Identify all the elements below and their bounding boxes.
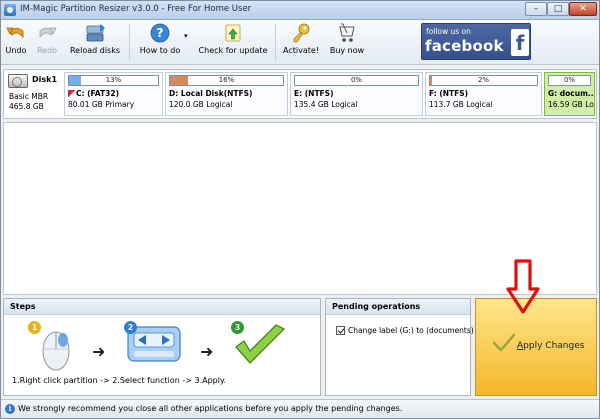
app-logo-icon <box>4 4 16 16</box>
pending-operations-title: Pending operations <box>332 302 421 311</box>
apply-changes-button[interactable]: Apply Changes <box>480 319 592 375</box>
activate-button[interactable]: Activate! <box>280 22 322 62</box>
app-window: IM-Magic Partition Resizer v3.0.0 - Free… <box>0 0 600 419</box>
pending-operation-item[interactable]: Change label (G:) to (documents) <box>336 326 474 335</box>
status-message: We strongly recommend you close all othe… <box>18 404 403 413</box>
usage-percent: 16% <box>218 76 235 84</box>
usage-bar: 16% <box>169 75 284 86</box>
partition-g[interactable]: 0% G: docum... 16.59 GB Lo... <box>544 72 595 116</box>
mouse-icon <box>42 331 70 371</box>
disk-size: 465.8 GB <box>9 102 44 111</box>
step-arrow-icon: ➜ <box>92 342 106 361</box>
undo-label: Undo <box>5 46 27 55</box>
how-to-do-button[interactable]: ? How to do <box>133 22 187 62</box>
svg-text:?: ? <box>157 26 164 40</box>
pending-operations-header: Pending operations <box>326 299 470 315</box>
key-icon <box>293 23 310 43</box>
steps-caption: 1.Right click partition -> 2.Select func… <box>12 376 227 385</box>
step-3-badge: 3 <box>231 321 244 334</box>
check-for-update-label: Check for update <box>198 46 268 55</box>
step-arrow-icon: ➜ <box>200 342 214 361</box>
steps-panel-header: Steps <box>4 299 320 315</box>
annotation-arrow-icon <box>506 259 540 314</box>
facebook-follow-text: follow us on <box>426 27 471 36</box>
usage-bar: 0% <box>548 75 591 86</box>
close-button[interactable]: ✕ <box>569 2 597 16</box>
disk-name: Disk1 <box>32 75 58 84</box>
partition-details: 120.0 GB Logical <box>169 100 233 109</box>
buy-now-label: Buy now <box>329 46 365 55</box>
step-2-badge: 2 <box>124 321 137 334</box>
minimize-button[interactable]: – <box>525 2 547 16</box>
partition-e[interactable]: 0% E: (NTFS) 135.4 GB Logical <box>290 72 423 116</box>
activate-label: Activate! <box>283 46 319 55</box>
partition-d[interactable]: 16% D: Local Disk(NTFS) 120.0 GB Logical <box>165 72 288 116</box>
facebook-wordmark: facebook <box>425 37 504 55</box>
redo-icon <box>39 27 57 39</box>
reload-disks-label: Reload disks <box>69 46 121 55</box>
partition-details: 135.4 GB Logical <box>294 100 358 109</box>
redo-label: Redo <box>36 46 58 55</box>
usage-percent: 13% <box>105 76 122 84</box>
partition-details: 16.59 GB Lo... <box>548 100 594 109</box>
toolbar-separator <box>275 24 276 60</box>
help-icon: ? <box>150 23 170 43</box>
step-1-badge: 1 <box>28 321 41 334</box>
buy-now-button[interactable]: Buy now <box>326 22 368 62</box>
title-bar[interactable]: IM-Magic Partition Resizer v3.0.0 - Free… <box>1 1 599 20</box>
partition-f[interactable]: 2% F: (NTFS) 113.7 GB Logical <box>425 72 542 116</box>
how-to-do-dropdown-icon[interactable]: ▾ <box>184 32 188 40</box>
partition-name: F: (NTFS) <box>429 89 469 98</box>
disk-info[interactable]: Disk1 Basic MBR 465.8 GB <box>7 72 63 116</box>
facebook-follow-banner[interactable]: follow us on facebook f <box>421 23 531 60</box>
usage-bar: 13% <box>68 75 159 86</box>
usage-percent: 0% <box>563 76 576 84</box>
steps-title: Steps <box>10 302 36 311</box>
flag-icon <box>68 90 75 97</box>
usage-percent: 0% <box>350 76 363 84</box>
partition-name: C: (FAT32) <box>68 89 161 98</box>
partition-name-text: C: (FAT32) <box>76 89 120 98</box>
disk-icon <box>8 74 28 88</box>
facebook-logo-icon: f <box>511 29 529 56</box>
status-bar: i We strongly recommend you close all ot… <box>1 399 599 418</box>
cart-icon <box>339 23 355 42</box>
partition-name: G: docum... <box>548 89 594 98</box>
info-icon: i <box>5 404 15 414</box>
usage-percent: 2% <box>477 76 490 84</box>
toolbar: Undo Redo Reload disks ? How to do ▾ Che… <box>1 20 599 65</box>
apply-changes-label: Apply Changes <box>517 341 585 351</box>
partition-details: 80.01 GB Primary <box>68 100 135 109</box>
undo-icon <box>6 27 24 39</box>
pending-operations-panel: Pending operations Change label (G:) to … <box>325 298 474 396</box>
reload-icon <box>86 24 105 42</box>
check-icon <box>492 333 516 352</box>
reload-disks-button[interactable]: Reload disks <box>65 22 125 62</box>
partition-name: E: (NTFS) <box>294 89 334 98</box>
pending-operation-checkbox[interactable] <box>336 326 345 335</box>
how-to-do-label: How to do <box>139 46 181 55</box>
disk-map: Disk1 Basic MBR 465.8 GB 13% C: (FAT32) … <box>3 69 597 119</box>
disk-type: Basic MBR <box>9 92 49 101</box>
usage-bar: 0% <box>294 75 419 86</box>
maximize-button[interactable]: □ <box>547 2 569 16</box>
window-title: IM-Magic Partition Resizer v3.0.0 - Free… <box>20 4 252 14</box>
partition-name: D: Local Disk(NTFS) <box>169 89 253 98</box>
partition-c[interactable]: 13% C: (FAT32) 80.01 GB Primary <box>64 72 163 116</box>
usage-bar: 2% <box>429 75 538 86</box>
toolbar-separator <box>129 24 130 60</box>
partition-details: 113.7 GB Logical <box>429 100 493 109</box>
check-for-update-button[interactable]: Check for update <box>195 22 271 62</box>
update-icon <box>225 24 241 42</box>
redo-button[interactable]: Redo <box>34 22 60 62</box>
steps-panel: Steps 1 ➜ 2 ➜ 3 1.Right click partition … <box>3 298 321 396</box>
pending-operation-label: Change label (G:) to (documents) <box>348 326 474 335</box>
undo-button[interactable]: Undo <box>3 22 29 62</box>
